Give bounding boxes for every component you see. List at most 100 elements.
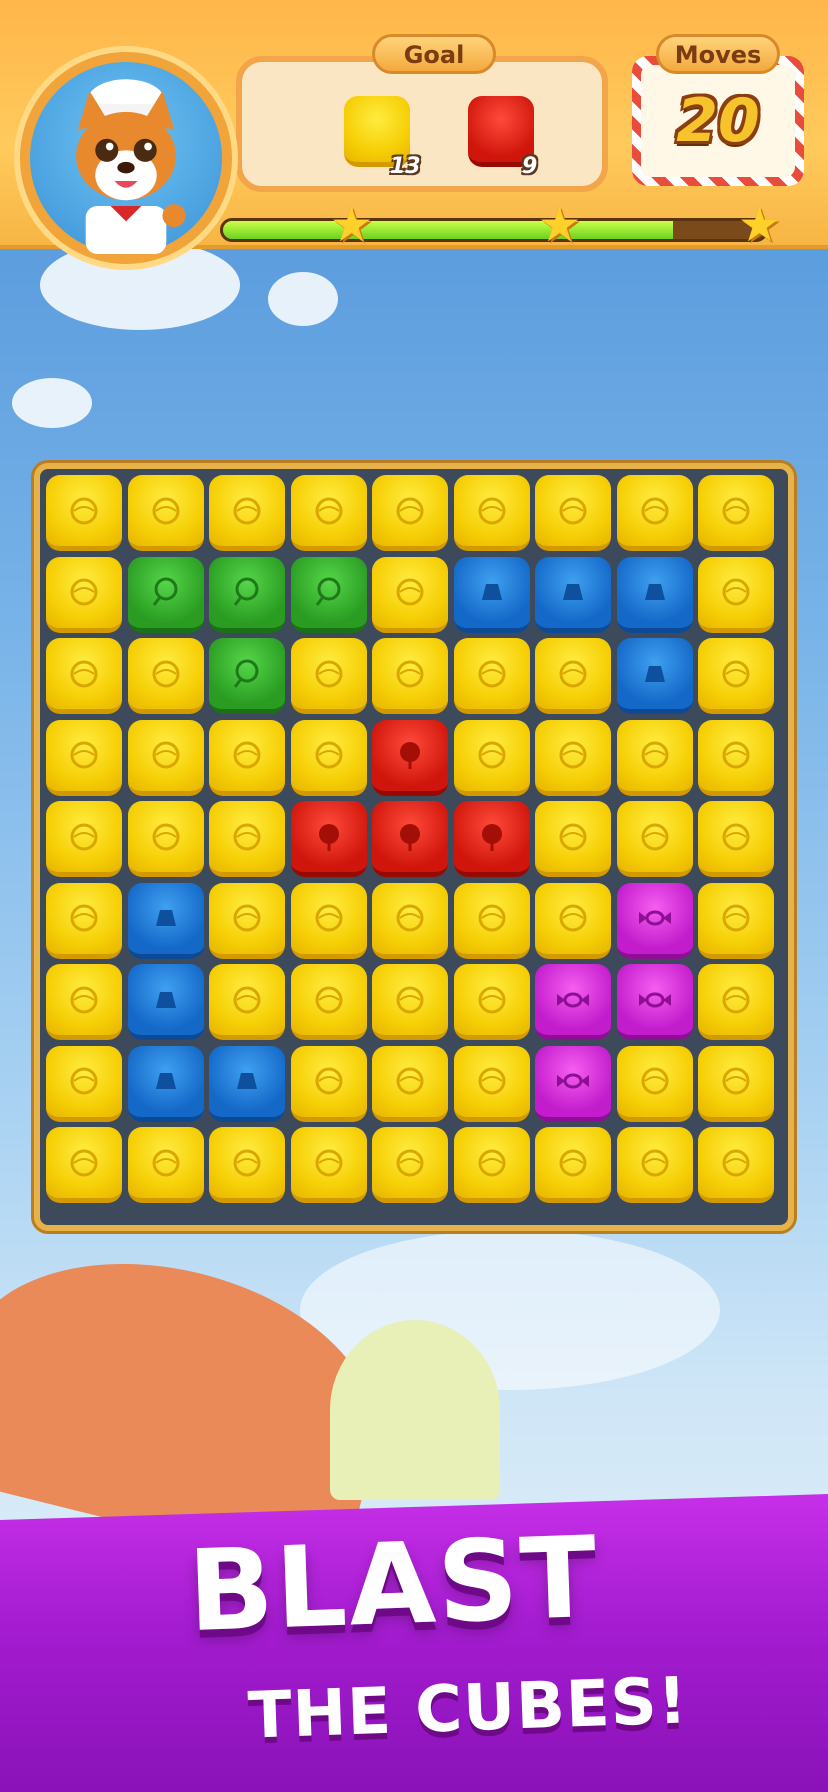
cube-yellow[interactable] — [209, 719, 285, 796]
cube-blue[interactable] — [127, 882, 204, 959]
cube-yellow[interactable] — [46, 801, 122, 877]
cube-yellow[interactable] — [453, 964, 530, 1040]
blue-cube-symbol-icon — [644, 584, 665, 600]
cube-yellow[interactable] — [290, 964, 367, 1040]
cube-purple[interactable] — [616, 964, 693, 1040]
cube-yellow[interactable] — [372, 964, 448, 1040]
cube-red[interactable] — [290, 801, 367, 877]
cube-yellow[interactable] — [372, 475, 448, 551]
cube-yellow[interactable] — [698, 801, 774, 877]
cube-yellow[interactable] — [46, 1045, 122, 1122]
cube-yellow[interactable] — [290, 1045, 367, 1122]
cube-yellow[interactable] — [127, 1127, 204, 1203]
cube-yellow[interactable] — [290, 719, 367, 796]
cube-purple[interactable] — [535, 1045, 611, 1122]
cube-blue[interactable] — [127, 1045, 204, 1122]
cube-yellow[interactable] — [290, 882, 367, 959]
cube-yellow[interactable] — [46, 964, 122, 1040]
cube-yellow[interactable] — [209, 475, 285, 551]
cube-yellow[interactable] — [290, 475, 367, 551]
cube-blue[interactable] — [616, 556, 693, 633]
cube-yellow[interactable] — [453, 638, 530, 714]
cube-yellow[interactable] — [127, 719, 204, 796]
cube-yellow[interactable] — [127, 801, 204, 877]
cube-yellow[interactable] — [535, 638, 611, 714]
yellow-cube-symbol-icon — [559, 1149, 587, 1176]
cube-yellow[interactable] — [535, 1127, 611, 1203]
yellow-cube-symbol-icon — [722, 986, 750, 1013]
cube-yellow[interactable] — [209, 1127, 285, 1203]
cube-yellow[interactable] — [698, 556, 774, 633]
cube-green[interactable] — [209, 638, 285, 714]
cube-purple[interactable] — [616, 882, 693, 959]
cube-green[interactable] — [127, 556, 204, 633]
cube-yellow[interactable] — [290, 1127, 367, 1203]
yellow-cube-symbol-icon — [722, 741, 750, 769]
cube-green[interactable] — [290, 556, 367, 633]
cube-yellow[interactable] — [616, 719, 693, 796]
cube-yellow[interactable] — [616, 1127, 693, 1203]
yellow-cube-symbol-icon — [559, 741, 587, 769]
yellow-cube-symbol-icon — [641, 741, 668, 769]
cube-yellow[interactable] — [616, 801, 693, 877]
cube-green[interactable] — [209, 556, 285, 633]
yellow-cube-symbol-icon — [70, 823, 98, 850]
cube-yellow[interactable] — [46, 882, 122, 959]
cube-yellow[interactable] — [209, 882, 285, 959]
cube-blue[interactable] — [127, 964, 204, 1040]
cube-yellow[interactable] — [453, 475, 530, 551]
ice-cream-decoration — [330, 1320, 500, 1500]
cube-yellow[interactable] — [535, 719, 611, 796]
cube-yellow[interactable] — [453, 1127, 530, 1203]
cube-yellow[interactable] — [46, 719, 122, 796]
cube-yellow[interactable] — [698, 964, 774, 1040]
yellow-cube-symbol-icon — [70, 497, 98, 524]
cube-yellow[interactable] — [698, 719, 774, 796]
cube-yellow[interactable] — [372, 1045, 448, 1122]
blue-cube-symbol-icon — [237, 1073, 257, 1089]
cube-blue[interactable] — [616, 638, 693, 714]
corgi-chef-icon — [76, 79, 186, 254]
cube-yellow[interactable] — [372, 882, 448, 959]
cube-yellow[interactable] — [535, 882, 611, 959]
cube-yellow[interactable] — [46, 1127, 122, 1203]
cube-yellow[interactable] — [46, 475, 122, 551]
cube-yellow[interactable] — [46, 556, 122, 633]
cube-yellow[interactable] — [209, 964, 285, 1040]
cube-yellow[interactable] — [616, 475, 693, 551]
yellow-cube-symbol-icon — [722, 823, 750, 850]
cube-yellow[interactable] — [453, 719, 530, 796]
cube-yellow[interactable] — [372, 556, 448, 633]
yellow-cube-symbol-icon — [152, 497, 179, 524]
cube-yellow[interactable] — [453, 882, 530, 959]
cube-yellow[interactable] — [290, 638, 367, 714]
cube-red[interactable] — [372, 719, 448, 796]
cube-blue[interactable] — [453, 556, 530, 633]
cube-yellow[interactable] — [698, 475, 774, 551]
cube-blue[interactable] — [535, 556, 611, 633]
cube-yellow[interactable] — [127, 638, 204, 714]
cube-yellow[interactable] — [698, 1045, 774, 1122]
cube-yellow[interactable] — [127, 475, 204, 551]
yellow-cube-symbol-icon — [722, 660, 750, 687]
cube-yellow[interactable] — [209, 801, 285, 877]
cube-yellow[interactable] — [535, 801, 611, 877]
cube-yellow[interactable] — [46, 638, 122, 714]
cube-yellow[interactable] — [372, 638, 448, 714]
cube-yellow[interactable] — [453, 1045, 530, 1122]
cube-red[interactable] — [453, 801, 530, 877]
cube-purple[interactable] — [535, 964, 611, 1040]
cube-yellow[interactable] — [698, 638, 774, 714]
yellow-cube-symbol-icon — [315, 741, 342, 769]
cube-blue[interactable] — [209, 1045, 285, 1122]
cube-yellow[interactable] — [616, 1045, 693, 1122]
yellow-cube-symbol-icon — [70, 660, 98, 687]
yellow-cube-symbol-icon — [396, 904, 424, 932]
cube-yellow[interactable] — [535, 475, 611, 551]
cube-yellow[interactable] — [698, 1127, 774, 1203]
cube-red[interactable] — [372, 801, 448, 877]
cube-yellow[interactable] — [698, 882, 774, 959]
goal-yellow-count: 13 — [390, 154, 421, 179]
cube-yellow[interactable] — [372, 1127, 448, 1203]
purple-cube-symbol-icon — [638, 910, 671, 926]
